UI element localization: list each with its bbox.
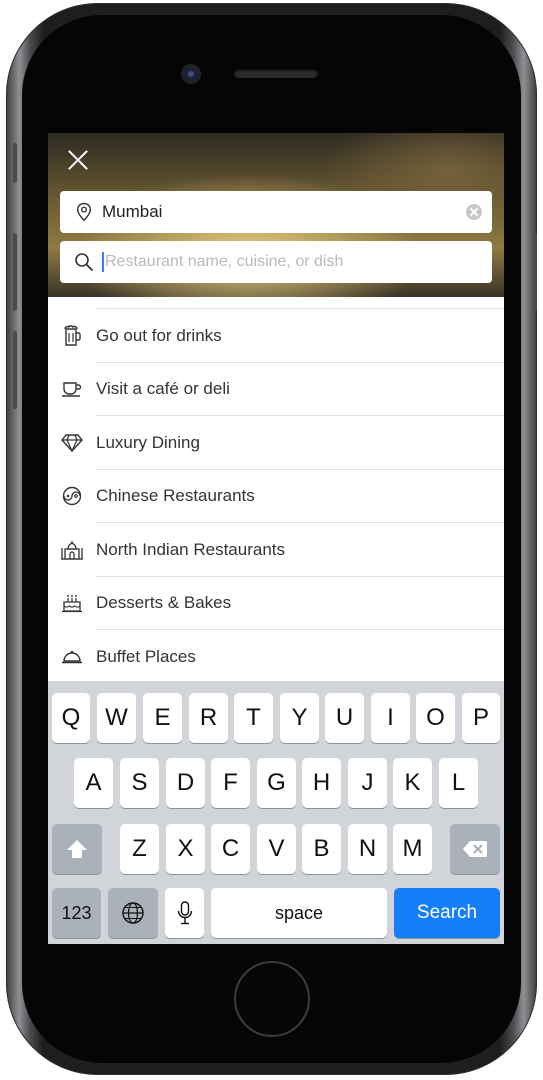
key-p[interactable]: P xyxy=(462,693,500,743)
key-h[interactable]: H xyxy=(302,758,341,808)
app-screen: Mumbai Restaurant name, cuisine, or dish… xyxy=(48,133,504,944)
clear-location-icon[interactable] xyxy=(466,204,482,220)
globe-icon xyxy=(122,902,144,924)
suggestion-label: Chinese Restaurants xyxy=(96,486,255,506)
search-input[interactable]: Restaurant name, cuisine, or dish xyxy=(102,252,492,272)
suggestion-label: Desserts & Bakes xyxy=(96,593,232,613)
location-value: Mumbai xyxy=(102,202,163,221)
key-i[interactable]: I xyxy=(371,693,410,743)
suggestion-go-out-for-drinks[interactable]: Go out for drinks xyxy=(48,309,504,363)
location-pin-icon xyxy=(74,202,94,222)
key-u[interactable]: U xyxy=(325,693,364,743)
key-w[interactable]: W xyxy=(97,693,136,743)
suggestion-visit-cafe[interactable]: Visit a café or deli xyxy=(48,363,504,416)
beer-mug-icon xyxy=(48,324,96,347)
space-key[interactable]: space xyxy=(211,888,387,938)
dictation-key[interactable] xyxy=(165,888,204,938)
key-q[interactable]: Q xyxy=(52,693,90,743)
key-k[interactable]: K xyxy=(393,758,432,808)
volume-down-button xyxy=(13,331,17,409)
key-n[interactable]: N xyxy=(348,824,387,874)
key-a[interactable]: A xyxy=(74,758,113,808)
shift-arrow-icon xyxy=(67,840,87,858)
key-o[interactable]: O xyxy=(416,693,455,743)
suggestion-buffet-places[interactable]: Buffet Places xyxy=(48,630,504,684)
close-icon[interactable] xyxy=(66,147,90,171)
keyboard: Q W E R T Y U I O P A S D F G H J K L Z … xyxy=(48,681,504,944)
cake-icon xyxy=(48,593,96,613)
shift-key[interactable] xyxy=(52,824,102,874)
mute-switch xyxy=(13,143,17,183)
key-t[interactable]: T xyxy=(234,693,273,743)
diamond-icon xyxy=(48,433,96,453)
suggestion-north-indian-restaurants[interactable]: North Indian Restaurants xyxy=(48,523,504,577)
key-e[interactable]: E xyxy=(143,693,182,743)
key-s[interactable]: S xyxy=(120,758,159,808)
cloche-icon xyxy=(48,649,96,665)
search-header: Mumbai Restaurant name, cuisine, or dish xyxy=(48,133,504,297)
suggestion-label: Buffet Places xyxy=(96,646,196,666)
key-b[interactable]: B xyxy=(302,824,341,874)
key-d[interactable]: D xyxy=(166,758,205,808)
key-c[interactable]: C xyxy=(211,824,250,874)
backspace-icon xyxy=(463,841,487,857)
search-key[interactable]: Search xyxy=(394,888,500,938)
front-camera xyxy=(183,66,199,82)
suggestion-desserts-bakes[interactable]: Desserts & Bakes xyxy=(48,577,504,630)
earpiece-speaker xyxy=(234,69,318,78)
yin-yang-icon xyxy=(48,486,96,506)
key-z[interactable]: Z xyxy=(120,824,159,874)
coffee-cup-icon xyxy=(48,380,96,398)
suggestion-label: North Indian Restaurants xyxy=(96,539,285,559)
key-y[interactable]: Y xyxy=(280,693,319,743)
suggestion-label: Visit a café or deli xyxy=(96,379,230,399)
search-icon xyxy=(74,252,94,272)
key-j[interactable]: J xyxy=(348,758,387,808)
volume-up-button xyxy=(13,233,17,311)
key-v[interactable]: V xyxy=(257,824,296,874)
delete-key[interactable] xyxy=(450,824,500,874)
suggestion-label: Go out for drinks xyxy=(96,325,222,345)
suggestion-luxury-dining[interactable]: Luxury Dining xyxy=(48,416,504,470)
suggestion-list: Go out for drinks Visit a café or deli L… xyxy=(48,309,504,684)
microphone-icon xyxy=(177,901,192,925)
key-g[interactable]: G xyxy=(257,758,296,808)
key-l[interactable]: L xyxy=(439,758,478,808)
home-button[interactable] xyxy=(234,961,310,1037)
key-f[interactable]: F xyxy=(211,758,250,808)
globe-key[interactable] xyxy=(108,888,158,938)
key-r[interactable]: R xyxy=(189,693,228,743)
key-m[interactable]: M xyxy=(393,824,432,874)
search-field[interactable]: Restaurant name, cuisine, or dish xyxy=(60,241,492,283)
numbers-key[interactable]: 123 xyxy=(52,888,101,938)
suggestion-chinese-restaurants[interactable]: Chinese Restaurants xyxy=(48,470,504,523)
key-x[interactable]: X xyxy=(166,824,205,874)
suggestion-label: Luxury Dining xyxy=(96,432,200,452)
location-field[interactable]: Mumbai xyxy=(60,191,492,233)
taj-mahal-icon xyxy=(48,539,96,561)
power-button xyxy=(533,233,537,311)
